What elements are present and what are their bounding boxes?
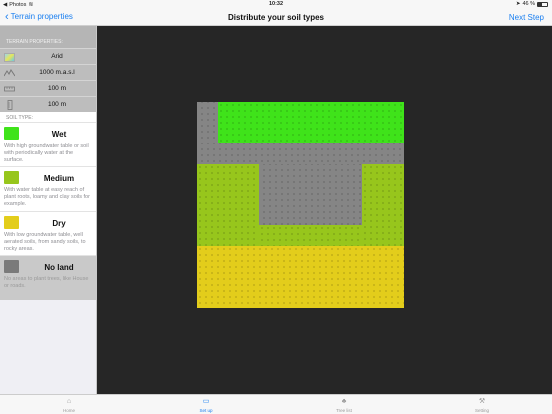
tab-label: Set up [199,408,213,413]
soil-type-header: SOIL TYPE: [0,112,96,122]
medium-soil-area[interactable] [362,164,404,246]
status-bar: ◀ Photos ≋ 10:32 ➤ 46 % [0,0,552,9]
next-step-button[interactable]: Next Step [509,13,544,22]
terrain-length-row[interactable]: 100 m [0,96,96,112]
tab-bar: ⌂ Home ▭ Set up ♣ Tree list ⚒ Setting [0,394,552,414]
medium-soil-area[interactable] [197,164,259,246]
terrain-climate-row[interactable]: Arid [0,48,96,64]
battery-percent: 46 % [522,1,535,7]
wet-swatch [4,127,19,140]
soil-grid[interactable] [197,102,404,308]
soil-type-description: With low groundwater table, well aerated… [4,232,86,252]
status-time: 10:32 [268,1,284,7]
width-ruler-icon [4,84,15,94]
soil-type-medium[interactable]: Medium With water table at easy reach of… [0,166,96,211]
soil-type-dry[interactable]: Dry With low groundwater table, well aer… [0,211,96,255]
soil-type-description: No areas to plant trees, like House or r… [4,276,89,289]
sidebar: TERRAIN PROPERTIES: Arid 1000 m.a.s.l 10… [0,26,97,394]
no-land-swatch [4,260,19,273]
tab-setting[interactable]: ⚒ Setting [452,398,512,413]
battery-icon [537,1,548,7]
page-title: Distribute your soil types [227,13,325,22]
home-icon: ⌂ [66,398,72,405]
climate-swatch-icon [4,52,15,62]
terrain-elevation-value: 1000 m.a.s.l [39,69,75,76]
soil-type-description: With high groundwater table or soil with… [4,143,89,163]
tab-label: Home [62,408,75,413]
medium-swatch [4,171,19,184]
soil-type-name: Wet [51,130,67,139]
terrain-width-row[interactable]: 100 m [0,80,96,96]
tab-tree-list[interactable]: ♣ Tree list [314,398,374,413]
terrain-canvas [97,26,552,394]
length-ruler-icon [4,100,15,110]
tab-label: Setting [474,408,489,413]
location-icon: ➤ [515,1,521,7]
tab-home[interactable]: ⌂ Home [39,398,99,413]
elevation-icon [4,68,15,78]
dry-soil-area[interactable] [197,246,404,308]
wrench-icon: ⚒ [478,398,486,405]
soil-type-name: Medium [43,174,75,183]
wet-soil-area[interactable] [218,102,404,143]
soil-type-name: No land [44,263,74,272]
setup-icon: ▭ [202,398,210,405]
soil-type-wet[interactable]: Wet With high groundwater table or soil … [0,122,96,166]
soil-type-no-land[interactable]: No land No areas to plant trees, like Ho… [0,255,96,300]
tree-list-icon: ♣ [341,398,347,405]
dry-swatch [4,216,19,229]
terrain-length-value: 100 m [47,101,67,108]
soil-type-name: Dry [52,219,66,228]
tab-label: Tree list [336,408,352,413]
no-land-area[interactable] [259,164,362,225]
tab-set-up[interactable]: ▭ Set up [176,398,236,413]
terrain-properties-header: TERRAIN PROPERTIES: [0,26,96,48]
no-land-area[interactable] [197,143,404,164]
navigation-bar: ‹ Terrain properties Distribute your soi… [0,9,552,26]
terrain-elevation-row[interactable]: 1000 m.a.s.l [0,64,96,80]
terrain-climate-value: Arid [51,53,63,60]
soil-type-description: With water table at easy reach of plant … [4,187,90,207]
medium-soil-area[interactable] [259,225,362,246]
terrain-width-value: 100 m [47,85,67,92]
